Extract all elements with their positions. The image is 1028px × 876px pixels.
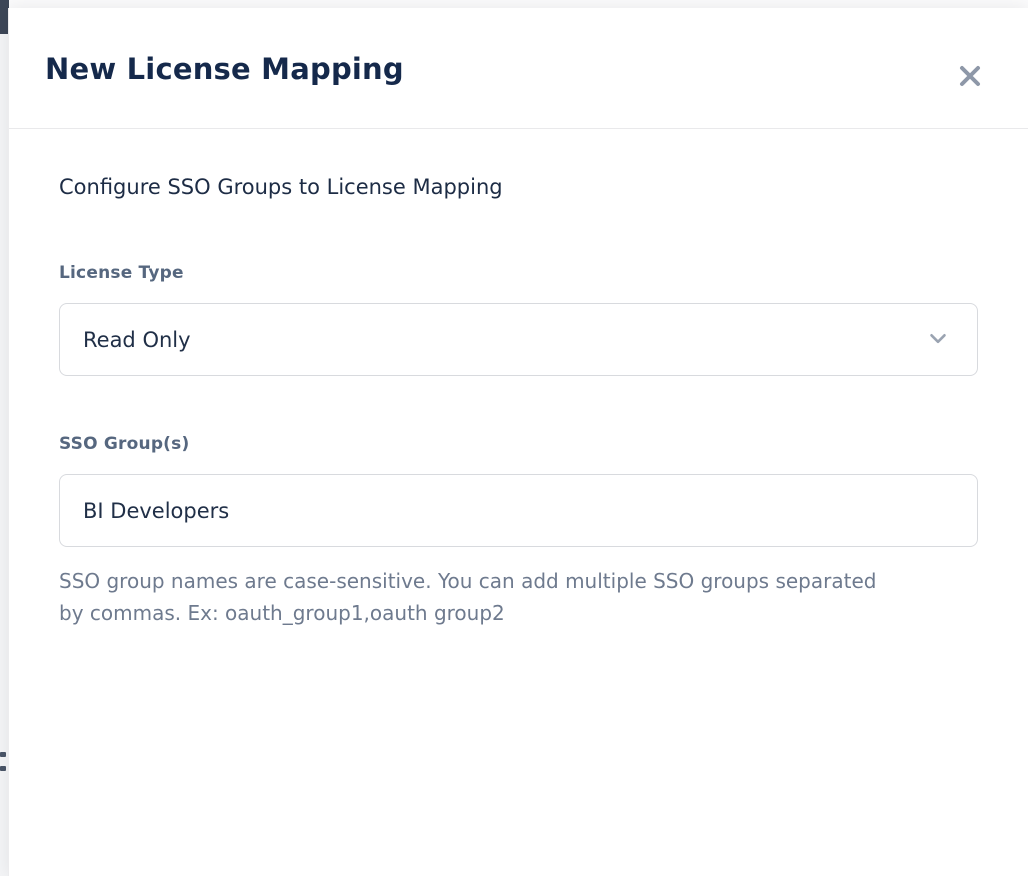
sso-groups-label: SSO Group(s) (59, 434, 978, 454)
license-type-selected-value: Read Only (83, 328, 191, 352)
x-icon (957, 63, 983, 89)
license-type-select[interactable]: Read Only (59, 303, 978, 376)
modal-header: New License Mapping (9, 8, 1028, 129)
page: New License Mapping Configure SSO Groups… (0, 0, 1028, 876)
chevron-down-icon (925, 325, 951, 355)
new-license-mapping-modal: New License Mapping Configure SSO Groups… (8, 8, 1028, 876)
modal-subtitle: Configure SSO Groups to License Mapping (59, 175, 978, 199)
license-type-label: License Type (59, 263, 978, 283)
sso-groups-input[interactable] (59, 474, 978, 547)
modal-body: Configure SSO Groups to License Mapping … (9, 129, 1028, 876)
menu-icon (0, 752, 6, 792)
modal-title: New License Mapping (45, 52, 984, 86)
close-button[interactable] (952, 58, 988, 94)
sso-groups-help-text: SSO group names are case-sensitive. You … (59, 565, 904, 630)
